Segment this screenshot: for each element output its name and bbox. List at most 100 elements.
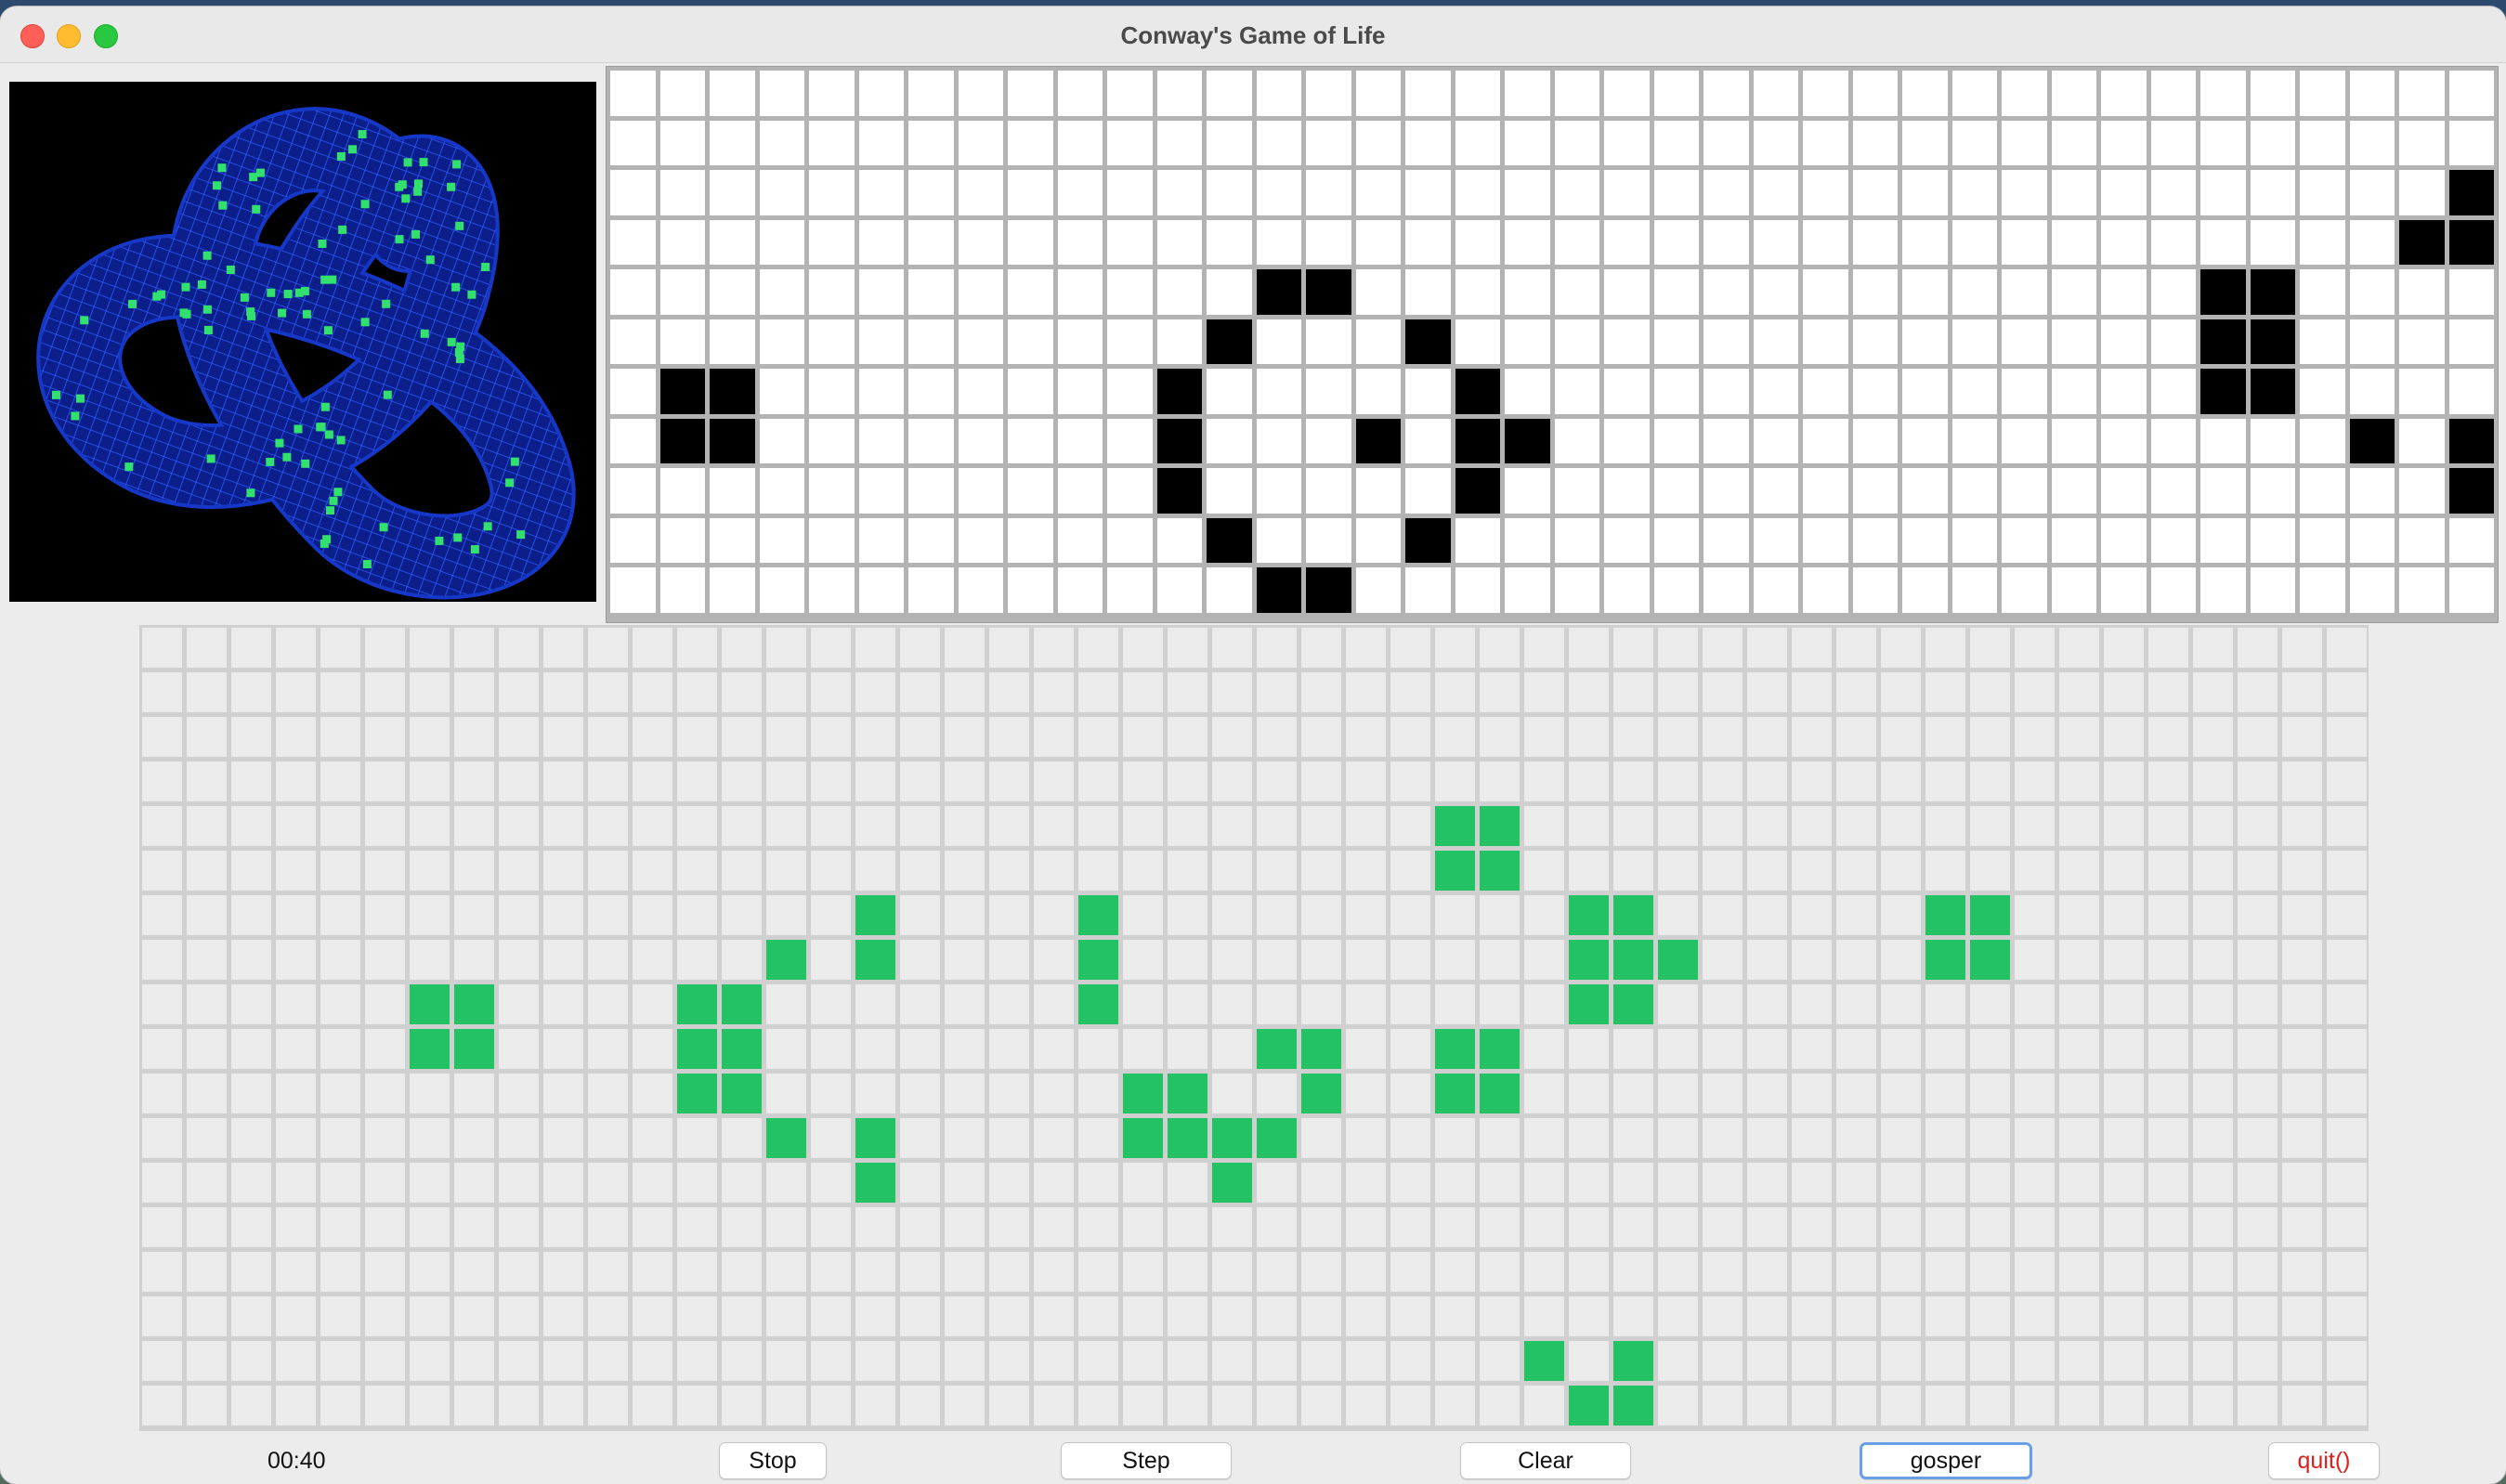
dead-cell[interactable]: [1836, 984, 1876, 1024]
dead-cell[interactable]: [187, 628, 227, 668]
dead-cell[interactable]: [1753, 319, 1798, 364]
dead-cell[interactable]: [187, 984, 227, 1024]
dead-cell[interactable]: [1836, 1029, 1876, 1069]
dead-cell[interactable]: [766, 672, 806, 712]
dead-cell[interactable]: [1390, 1207, 1430, 1247]
dead-cell[interactable]: [1747, 672, 1787, 712]
dead-cell[interactable]: [677, 1252, 717, 1292]
dead-cell[interactable]: [1207, 219, 1252, 265]
dead-cell[interactable]: [633, 984, 672, 1024]
dead-cell[interactable]: [945, 940, 985, 980]
dead-cell[interactable]: [610, 219, 656, 265]
dead-cell[interactable]: [1301, 895, 1341, 935]
dead-cell[interactable]: [1034, 1252, 1074, 1292]
dead-cell[interactable]: [1301, 851, 1341, 891]
dead-cell[interactable]: [142, 1118, 182, 1158]
dead-cell[interactable]: [1390, 1341, 1430, 1381]
dead-cell[interactable]: [633, 717, 672, 757]
dead-cell[interactable]: [1168, 1386, 1207, 1425]
live-cell[interactable]: [1212, 1163, 1252, 1203]
dead-cell[interactable]: [1653, 418, 1699, 463]
dead-cell[interactable]: [2282, 672, 2322, 712]
live-cell[interactable]: [2448, 170, 2494, 215]
dead-cell[interactable]: [2148, 628, 2188, 668]
dead-cell[interactable]: [499, 672, 539, 712]
dead-cell[interactable]: [187, 1252, 227, 1292]
dead-cell[interactable]: [2200, 517, 2246, 563]
dead-cell[interactable]: [1925, 1074, 1965, 1113]
dead-cell[interactable]: [588, 1341, 628, 1381]
live-cell[interactable]: [855, 895, 895, 935]
dead-cell[interactable]: [499, 1118, 539, 1158]
dead-cell[interactable]: [1753, 418, 1798, 463]
dead-cell[interactable]: [231, 1029, 271, 1069]
dead-cell[interactable]: [1034, 806, 1074, 846]
dead-cell[interactable]: [659, 71, 705, 116]
dead-cell[interactable]: [187, 762, 227, 801]
live-cell[interactable]: [722, 1074, 762, 1113]
dead-cell[interactable]: [1435, 940, 1475, 980]
dead-cell[interactable]: [2238, 1386, 2278, 1425]
dead-cell[interactable]: [1480, 895, 1520, 935]
dead-cell[interactable]: [858, 170, 904, 215]
dead-cell[interactable]: [1902, 517, 1948, 563]
dead-cell[interactable]: [2282, 1163, 2322, 1203]
dead-cell[interactable]: [2051, 170, 2096, 215]
dead-cell[interactable]: [1435, 984, 1475, 1024]
live-cell[interactable]: [1613, 1341, 1653, 1381]
dead-cell[interactable]: [2327, 1118, 2367, 1158]
dead-cell[interactable]: [1902, 369, 1948, 414]
dead-cell[interactable]: [1346, 1386, 1386, 1425]
dead-cell[interactable]: [187, 1029, 227, 1069]
dead-cell[interactable]: [1658, 1163, 1698, 1203]
dead-cell[interactable]: [1168, 851, 1207, 891]
dead-cell[interactable]: [1107, 170, 1153, 215]
dead-cell[interactable]: [1658, 1296, 1698, 1336]
dead-cell[interactable]: [1256, 418, 1301, 463]
dead-cell[interactable]: [499, 1207, 539, 1247]
dead-cell[interactable]: [1107, 319, 1153, 364]
dead-cell[interactable]: [908, 120, 954, 165]
dead-cell[interactable]: [2148, 895, 2188, 935]
dead-cell[interactable]: [276, 1296, 316, 1336]
dead-cell[interactable]: [1008, 567, 1053, 613]
dead-cell[interactable]: [2193, 940, 2233, 980]
live-cell[interactable]: [1257, 1118, 1297, 1158]
dead-cell[interactable]: [2349, 517, 2395, 563]
dead-cell[interactable]: [1703, 1341, 1742, 1381]
dead-cell[interactable]: [142, 895, 182, 935]
dead-cell[interactable]: [1747, 717, 1787, 757]
dead-cell[interactable]: [1301, 1118, 1341, 1158]
dead-cell[interactable]: [1881, 895, 1921, 935]
dead-cell[interactable]: [989, 628, 1029, 668]
dead-cell[interactable]: [543, 851, 583, 891]
dead-cell[interactable]: [2150, 120, 2196, 165]
dead-cell[interactable]: [1604, 468, 1650, 514]
dead-cell[interactable]: [2002, 418, 2047, 463]
dead-cell[interactable]: [410, 895, 450, 935]
dead-cell[interactable]: [1390, 806, 1430, 846]
dead-cell[interactable]: [320, 628, 360, 668]
dead-cell[interactable]: [2015, 1074, 2055, 1113]
dead-cell[interactable]: [1881, 1029, 1921, 1069]
live-cell[interactable]: [1306, 269, 1351, 315]
dead-cell[interactable]: [2349, 120, 2395, 165]
dead-cell[interactable]: [2002, 269, 2047, 315]
dead-cell[interactable]: [231, 851, 271, 891]
dead-cell[interactable]: [1604, 418, 1650, 463]
dead-cell[interactable]: [187, 1386, 227, 1425]
dead-cell[interactable]: [543, 717, 583, 757]
dead-cell[interactable]: [2150, 418, 2196, 463]
dead-cell[interactable]: [1168, 1163, 1207, 1203]
dead-cell[interactable]: [710, 319, 755, 364]
life-board[interactable]: [139, 625, 2369, 1431]
dead-cell[interactable]: [2150, 567, 2196, 613]
dead-cell[interactable]: [2051, 418, 2096, 463]
dead-cell[interactable]: [1881, 1296, 1921, 1336]
dead-cell[interactable]: [2250, 567, 2295, 613]
dead-cell[interactable]: [1301, 1252, 1341, 1292]
dead-cell[interactable]: [2148, 1074, 2188, 1113]
live-cell[interactable]: [1168, 1118, 1207, 1158]
live-cell[interactable]: [1078, 940, 1118, 980]
dead-cell[interactable]: [989, 806, 1029, 846]
